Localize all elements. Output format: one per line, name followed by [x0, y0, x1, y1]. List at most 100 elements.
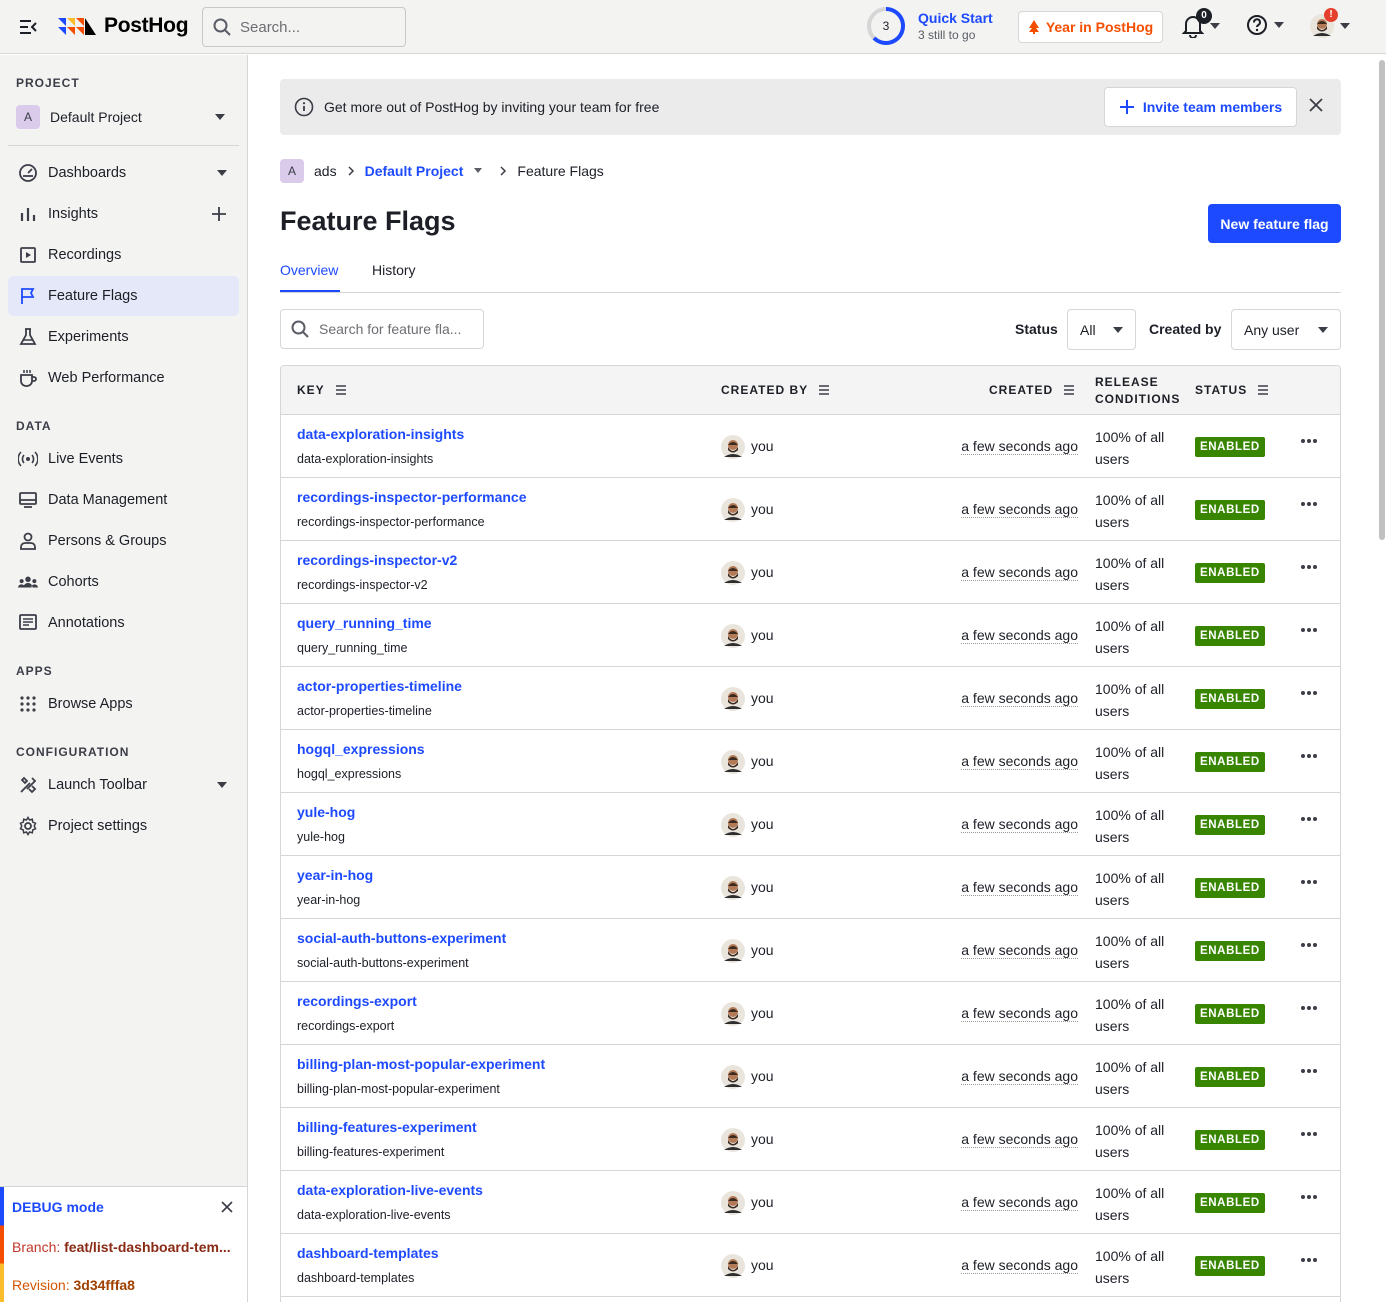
- table-row[interactable]: social-auth-buttons-experiment social-au…: [281, 919, 1340, 982]
- column-header-label: CREATED BY: [721, 383, 809, 397]
- table-row[interactable]: hogql_expressions hogql_expressions you …: [281, 730, 1340, 793]
- table-row[interactable]: year-in-hog year-in-hog you a few second…: [281, 856, 1340, 919]
- more-options-icon[interactable]: [1300, 501, 1318, 507]
- sidebar-item-launch-toolbar[interactable]: Launch Toolbar: [8, 765, 239, 805]
- plus-icon[interactable]: [211, 206, 227, 222]
- column-menu-icon[interactable]: [1063, 385, 1075, 395]
- invite-team-members-button[interactable]: Invite team members: [1104, 87, 1297, 127]
- more-options-icon[interactable]: [1300, 1068, 1318, 1074]
- more-options-icon[interactable]: [1300, 942, 1318, 948]
- new-feature-flag-button[interactable]: New feature flag: [1208, 204, 1341, 243]
- tab-overview[interactable]: Overview: [280, 262, 338, 278]
- user-avatar-icon: [721, 498, 745, 522]
- sidebar-item-project-settings[interactable]: Project settings: [8, 806, 239, 846]
- table-row[interactable]: yule-hog yule-hog you a few seconds ago …: [281, 793, 1340, 856]
- table-row[interactable]: data-exploration-insights data-explorati…: [281, 415, 1340, 478]
- column-menu-icon[interactable]: [1257, 385, 1269, 395]
- column-menu-icon[interactable]: [818, 385, 830, 395]
- column-menu-icon[interactable]: [335, 385, 347, 395]
- release-conditions-line: users: [1095, 703, 1130, 719]
- sidebar-item-web-performance[interactable]: Web Performance: [8, 358, 239, 398]
- breadcrumb-org[interactable]: ads: [314, 163, 337, 179]
- chevron-down-icon[interactable]: [217, 170, 227, 176]
- flag-key-link[interactable]: year-in-hog: [297, 867, 373, 883]
- flag-key-link[interactable]: recordings-inspector-v2: [297, 552, 457, 568]
- sidebar-item-experiments[interactable]: Experiments: [8, 317, 239, 357]
- sidebar-item-live-events[interactable]: Live Events: [8, 439, 239, 479]
- more-options-icon[interactable]: [1300, 753, 1318, 759]
- menu-toggle-icon[interactable]: [18, 17, 38, 37]
- sidebar-item-data-management[interactable]: Data Management: [8, 480, 239, 520]
- global-search-input[interactable]: Search...: [202, 7, 406, 47]
- year-in-posthog-button[interactable]: Year in PostHog: [1018, 11, 1163, 43]
- profile-button[interactable]: !: [1310, 8, 1350, 38]
- chevron-down-icon[interactable]: [473, 168, 483, 174]
- column-header-key[interactable]: KEY: [297, 383, 347, 397]
- flag-key-link[interactable]: hogql_expressions: [297, 741, 425, 757]
- flag-key-link[interactable]: social-auth-buttons-experiment: [297, 930, 506, 946]
- feature-flag-search-input[interactable]: Search for feature fla...: [280, 309, 484, 349]
- breadcrumb-project[interactable]: Default Project: [365, 163, 464, 179]
- created-time: a few seconds ago: [961, 690, 1078, 707]
- table-row[interactable]: billing-features-experiment billing-feat…: [281, 1108, 1340, 1171]
- table-row[interactable]: billing-plan-most-popular-experiment bil…: [281, 1045, 1340, 1108]
- status-badge: ENABLED: [1195, 815, 1265, 835]
- tab-history[interactable]: History: [372, 262, 416, 278]
- table-row[interactable]: dashboard-templates dashboard-templates …: [281, 1234, 1340, 1297]
- close-icon[interactable]: [1309, 98, 1323, 112]
- table-row[interactable]: data-exploration-live-events data-explor…: [281, 1171, 1340, 1234]
- more-options-icon[interactable]: [1300, 690, 1318, 696]
- more-options-icon[interactable]: [1300, 879, 1318, 885]
- more-options-icon[interactable]: [1300, 564, 1318, 570]
- help-circle-icon: [1247, 15, 1267, 35]
- created-by-filter-select[interactable]: Any user: [1231, 309, 1341, 350]
- flask-icon: [18, 327, 38, 347]
- table-row[interactable]: recordings-inspector-v2 recordings-inspe…: [281, 541, 1340, 604]
- release-conditions: 100% of all users: [1095, 615, 1185, 659]
- org-avatar: A: [280, 159, 304, 183]
- flag-key-link[interactable]: recordings-export: [297, 993, 417, 1009]
- flag-key-link[interactable]: billing-plan-most-popular-experiment: [297, 1056, 545, 1072]
- more-options-icon[interactable]: [1300, 1194, 1318, 1200]
- page-scrollbar-thumb[interactable]: [1379, 60, 1385, 540]
- sidebar-item-browse-apps[interactable]: Browse Apps: [8, 684, 239, 724]
- flag-key-link[interactable]: data-exploration-insights: [297, 426, 464, 442]
- table-row[interactable]: actor-properties-timeline actor-properti…: [281, 667, 1340, 730]
- notifications-button[interactable]: 0: [1182, 8, 1220, 38]
- flag-key-link[interactable]: dashboard-templates: [297, 1245, 439, 1261]
- flag-key-link[interactable]: query_running_time: [297, 615, 432, 631]
- quick-start-button[interactable]: 3 Quick Start 3 still to go: [866, 6, 993, 46]
- help-button[interactable]: [1246, 14, 1284, 36]
- close-icon[interactable]: [221, 1201, 233, 1213]
- sidebar-item-persons-groups[interactable]: Persons & Groups: [8, 521, 239, 561]
- status-filter-select[interactable]: All: [1067, 309, 1136, 350]
- release-conditions-line: users: [1095, 514, 1130, 530]
- more-options-icon[interactable]: [1300, 1257, 1318, 1263]
- column-header-created-by[interactable]: CREATED BY: [721, 383, 830, 397]
- sidebar-item-recordings[interactable]: Recordings: [8, 235, 239, 275]
- release-conditions-line: 100% of all: [1095, 492, 1165, 508]
- table-row[interactable]: query_running_time query_running_time yo…: [281, 604, 1340, 667]
- flag-key-link[interactable]: actor-properties-timeline: [297, 678, 462, 694]
- flag-key-link[interactable]: billing-features-experiment: [297, 1119, 477, 1135]
- chevron-down-icon[interactable]: [217, 782, 227, 788]
- sidebar-item-feature-flags[interactable]: Feature Flags: [8, 276, 239, 316]
- sidebar-item-cohorts[interactable]: Cohorts: [8, 562, 239, 602]
- table-row[interactable]: recordings-inspector-performance recordi…: [281, 478, 1340, 541]
- more-options-icon[interactable]: [1300, 438, 1318, 444]
- posthog-logo[interactable]: PostHog: [58, 14, 189, 38]
- column-header-status[interactable]: STATUS: [1195, 383, 1269, 397]
- sidebar-item-insights[interactable]: Insights: [8, 194, 239, 234]
- sidebar-item-annotations[interactable]: Annotations: [8, 603, 239, 643]
- sidebar-item-dashboards[interactable]: Dashboards: [8, 153, 239, 193]
- flag-key-link[interactable]: yule-hog: [297, 804, 355, 820]
- column-header-created[interactable]: CREATED: [989, 383, 1075, 397]
- project-switcher[interactable]: A Default Project: [16, 104, 231, 130]
- table-row[interactable]: recordings-export recordings-export you …: [281, 982, 1340, 1045]
- more-options-icon[interactable]: [1300, 816, 1318, 822]
- more-options-icon[interactable]: [1300, 1005, 1318, 1011]
- more-options-icon[interactable]: [1300, 1131, 1318, 1137]
- more-options-icon[interactable]: [1300, 627, 1318, 633]
- flag-key-link[interactable]: recordings-inspector-performance: [297, 489, 527, 505]
- flag-key-link[interactable]: data-exploration-live-events: [297, 1182, 483, 1198]
